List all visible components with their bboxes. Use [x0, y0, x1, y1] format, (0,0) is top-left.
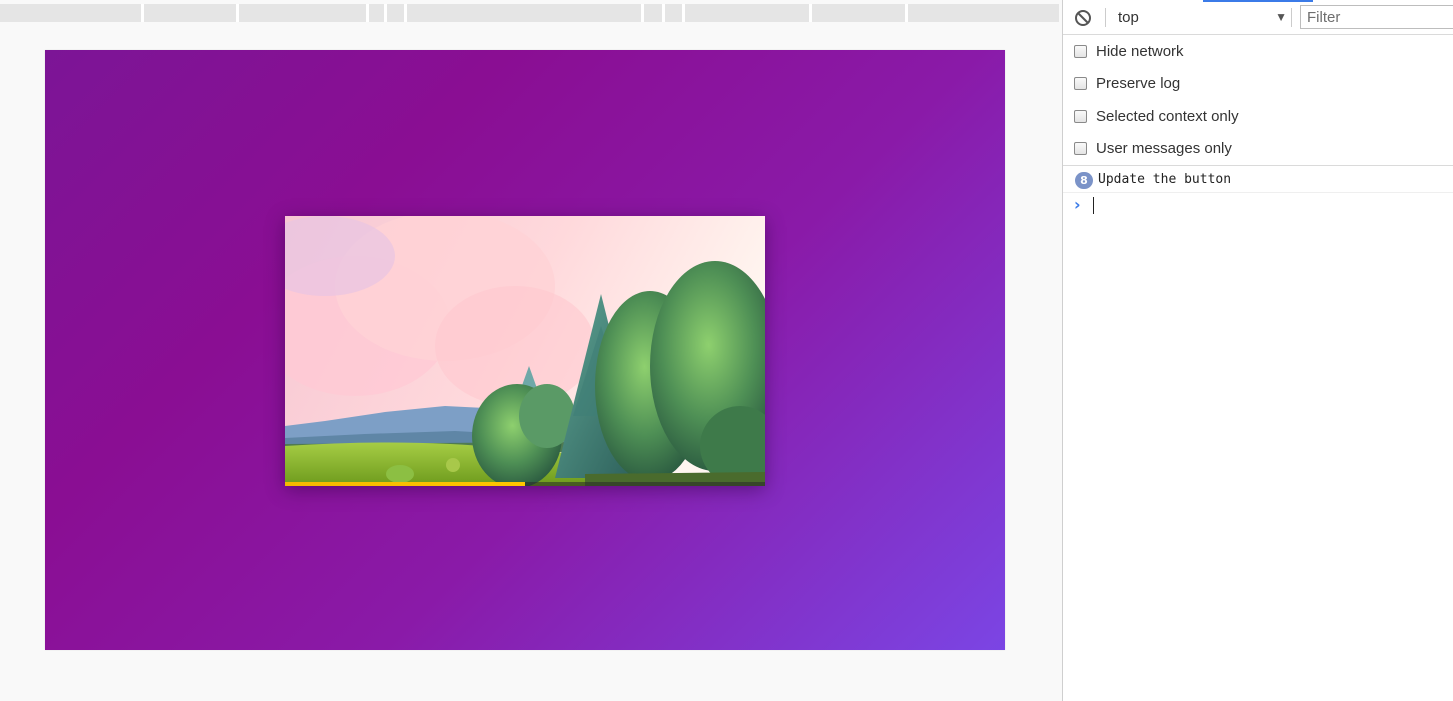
toolbar-divider: [1105, 8, 1106, 27]
filter-input[interactable]: [1300, 5, 1453, 29]
repeat-count-badge: 8: [1075, 172, 1093, 189]
ruler-marker[interactable]: [236, 4, 239, 22]
clear-console-button[interactable]: [1074, 9, 1092, 27]
ruler-marker[interactable]: [809, 4, 812, 22]
hide-network-option[interactable]: Hide network: [1074, 42, 1374, 64]
selected-context-only-option[interactable]: Selected context only: [1074, 107, 1374, 129]
gradient-stage: [45, 50, 1005, 650]
toolbar-divider: [1291, 8, 1292, 27]
console-prompt[interactable]: ›: [1063, 194, 1453, 218]
user-messages-only-option[interactable]: User messages only: [1074, 139, 1374, 161]
console-settings: Hide network Preserve log Selected conte…: [1063, 35, 1453, 166]
selected-context-only-label: Selected context only: [1096, 108, 1239, 125]
text-caret: [1093, 197, 1094, 214]
hide-network-checkbox[interactable]: [1074, 45, 1087, 58]
video-player[interactable]: [285, 216, 765, 486]
devtools-console-panel: top ▼ Hide network Preserve log Selected…: [1062, 0, 1453, 701]
ruler-marker[interactable]: [384, 4, 387, 22]
ruler-marker[interactable]: [662, 4, 665, 22]
user-messages-only-checkbox[interactable]: [1074, 142, 1087, 155]
page-viewport: [0, 0, 1062, 701]
device-ruler[interactable]: [0, 4, 1059, 22]
video-progress-fill: [285, 482, 525, 486]
preserve-log-label: Preserve log: [1096, 75, 1181, 92]
console-log-entry[interactable]: 8 Update the button: [1063, 168, 1453, 193]
user-messages-only-label: User messages only: [1096, 140, 1232, 157]
hide-network-label: Hide network: [1096, 43, 1184, 60]
log-message: Update the button: [1098, 172, 1232, 187]
context-value: top: [1118, 9, 1139, 26]
dropdown-arrow-icon: ▼: [1275, 10, 1287, 24]
ruler-marker[interactable]: [141, 4, 144, 22]
video-frame: [285, 216, 765, 486]
ruler-marker[interactable]: [641, 4, 644, 22]
preserve-log-option[interactable]: Preserve log: [1074, 74, 1374, 96]
ruler-marker[interactable]: [404, 4, 407, 22]
ruler-marker[interactable]: [905, 4, 908, 22]
ruler-marker[interactable]: [682, 4, 685, 22]
preserve-log-checkbox[interactable]: [1074, 77, 1087, 90]
block-icon: [1075, 10, 1091, 26]
context-selector[interactable]: top ▼: [1111, 5, 1287, 29]
console-toolbar: top ▼: [1063, 0, 1453, 35]
prompt-chevron-icon: ›: [1074, 195, 1081, 214]
video-progress-bar[interactable]: [285, 482, 765, 486]
selected-context-only-checkbox[interactable]: [1074, 110, 1087, 123]
ruler-marker[interactable]: [366, 4, 369, 22]
